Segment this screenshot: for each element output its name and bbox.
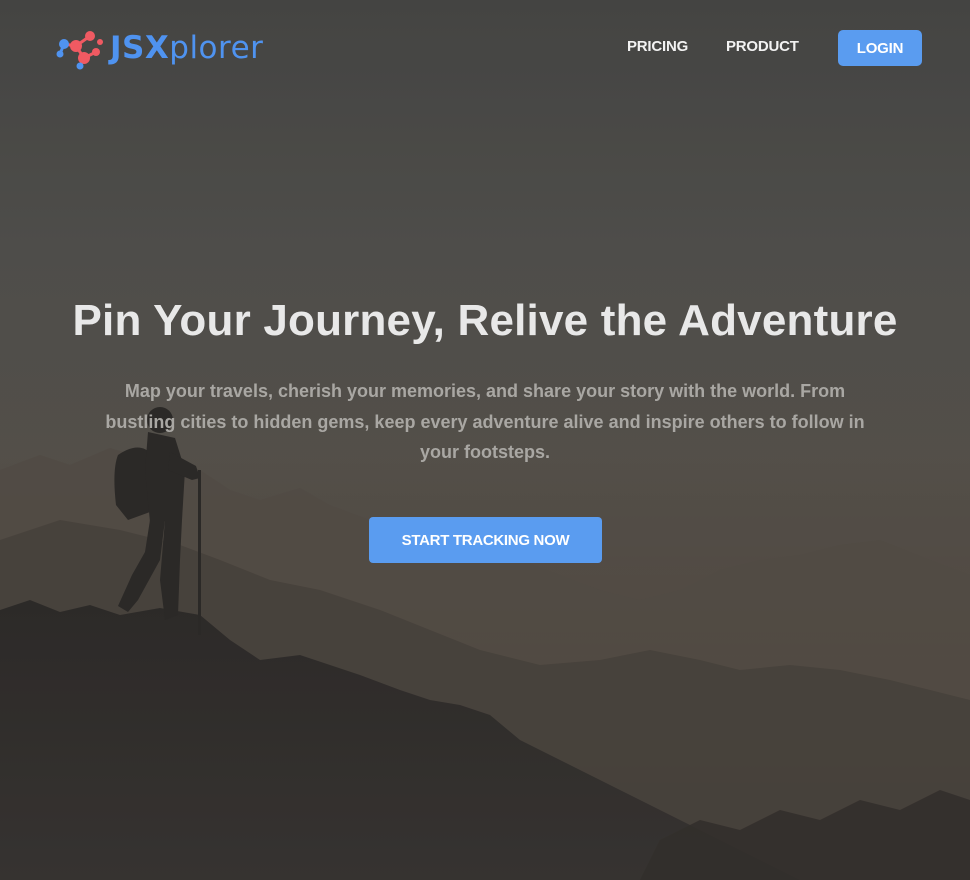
nav-link-pricing[interactable]: PRICING [627,36,688,58]
start-tracking-button[interactable]: START TRACKING NOW [369,517,602,563]
landing-page: JSXplorer PRICING PRODUCT LOGIN Pin Your… [0,0,970,880]
logo-text-plorer: plorer [169,30,264,66]
hero-title: Pin Your Journey, Relive the Adventure [72,296,898,345]
site-logo[interactable]: JSXplorer [54,26,263,70]
logo-wordmark: JSXplorer [110,26,263,70]
logo-text-jsx: JSX [110,30,170,66]
top-navigation: JSXplorer PRICING PRODUCT LOGIN [0,0,970,96]
login-button[interactable]: LOGIN [838,30,922,66]
nav-link-product[interactable]: PRODUCT [726,36,799,58]
molecule-logo-icon [56,31,103,70]
hero-subtitle: Map your travels, cherish your memories,… [105,381,865,462]
